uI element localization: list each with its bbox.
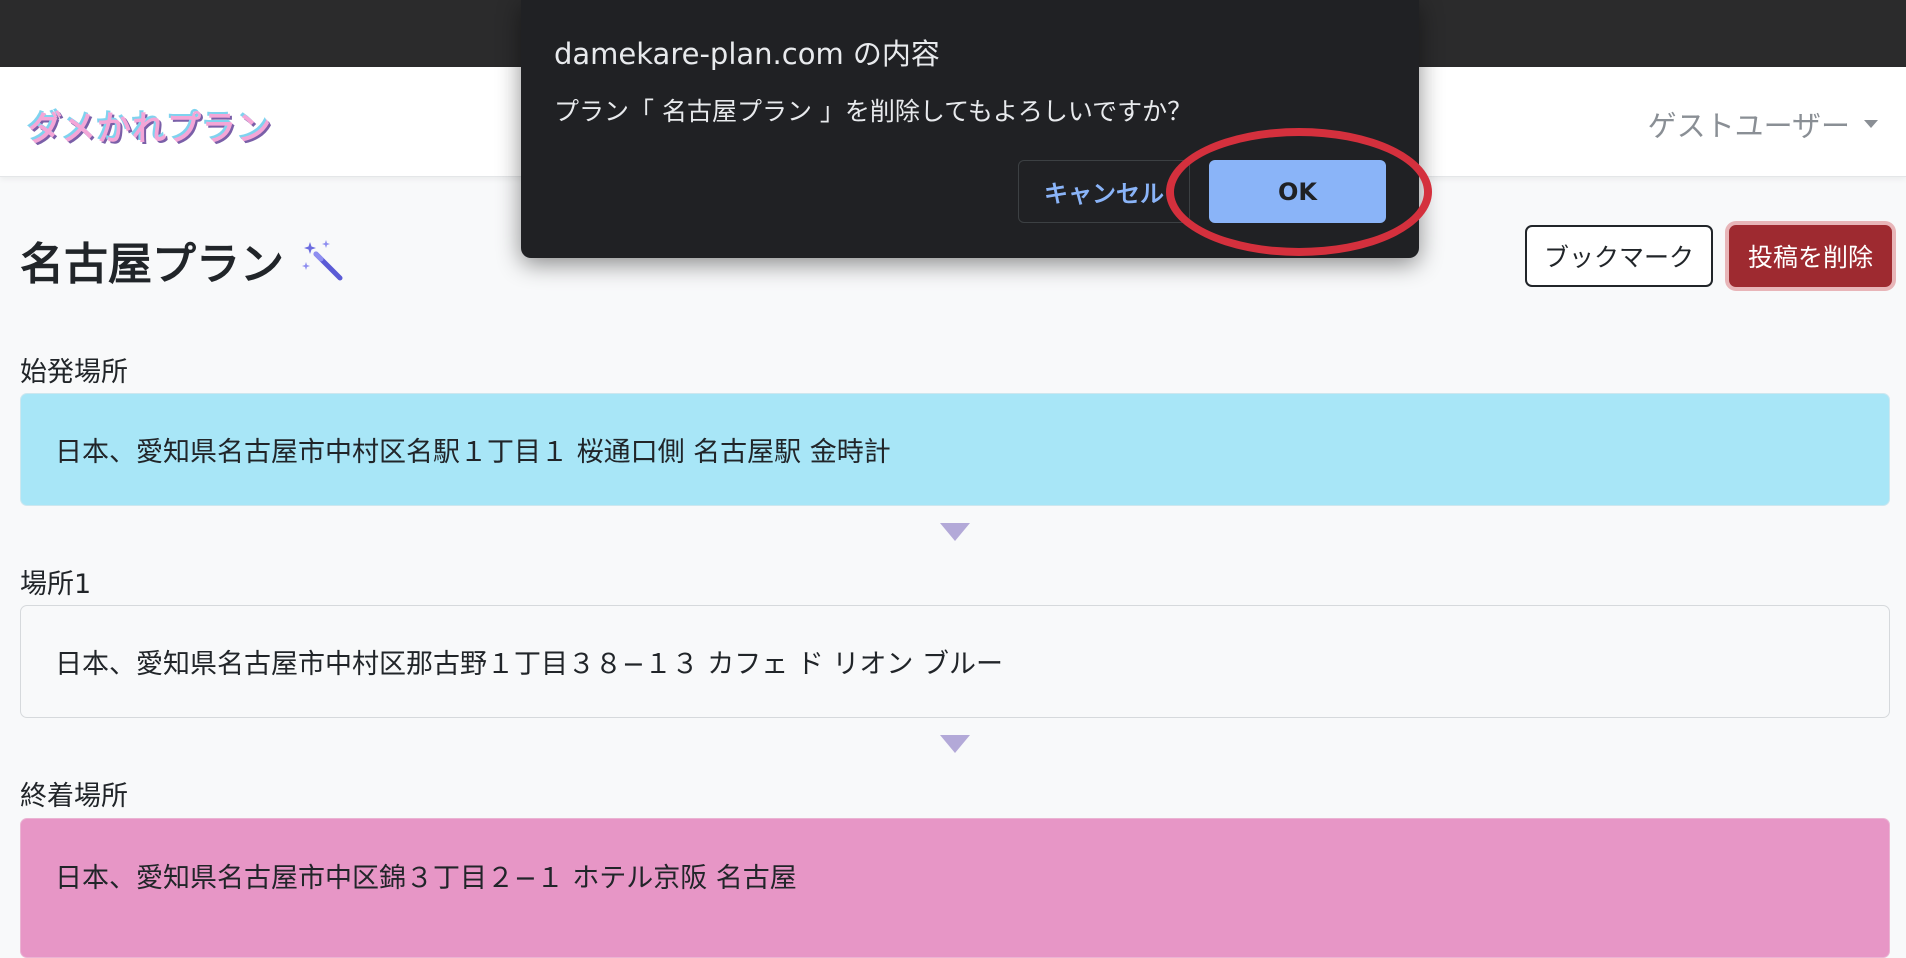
dialog-message: プラン「 名古屋プラン 」を削除してもよろしいですか？ [554, 97, 1193, 126]
start-location-box: 日本、愛知県名古屋市中村区名駅１丁目１ 桜通口側 名古屋駅 金時計 [20, 393, 1890, 506]
confirm-dialog: damekare-plan.com の内容 プラン「 名古屋プラン 」を削除して… [521, 0, 1419, 258]
stop1-location-address: 日本、愛知県名古屋市中村区那古野１丁目３８−１３ カフェ ド リオン ブルー [55, 649, 1003, 680]
start-location-label: 始発場所 [20, 357, 128, 388]
dialog-cancel-button[interactable]: キャンセル [1018, 160, 1190, 223]
dialog-ok-button[interactable]: OK [1209, 160, 1386, 223]
delete-post-button[interactable]: 投稿を削除 [1728, 225, 1892, 287]
site-logo[interactable]: ダメかれプラン [28, 101, 272, 150]
plan-actions: ブックマーク 投稿を削除 [1524, 225, 1892, 287]
stop1-location-box: 日本、愛知県名古屋市中村区那古野１丁目３８−１３ カフェ ド リオン ブルー [20, 605, 1890, 718]
end-location-label: 終着場所 [20, 781, 128, 812]
bookmark-button[interactable]: ブックマーク [1524, 225, 1713, 287]
end-location-address: 日本、愛知県名古屋市中区錦３丁目２−１ ホテル京阪 名古屋 [55, 863, 797, 894]
triangle-down-icon [940, 735, 970, 753]
page-title: 名古屋プラン [20, 239, 284, 290]
triangle-down-icon [940, 523, 970, 541]
start-location-address: 日本、愛知県名古屋市中村区名駅１丁目１ 桜通口側 名古屋駅 金時計 [55, 437, 891, 468]
dialog-title: damekare-plan.com の内容 [554, 37, 940, 71]
magic-wand-icon [302, 240, 343, 281]
plan-title-row: 名古屋プラン [20, 228, 346, 292]
stop1-location-label: 場所1 [20, 569, 92, 600]
user-menu-dropdown[interactable]: ゲストユーザー [1648, 103, 1878, 145]
caret-down-icon [1864, 120, 1878, 128]
end-location-box: 日本、愛知県名古屋市中区錦３丁目２−１ ホテル京阪 名古屋 [20, 818, 1890, 958]
user-menu-label: ゲストユーザー [1647, 109, 1850, 143]
